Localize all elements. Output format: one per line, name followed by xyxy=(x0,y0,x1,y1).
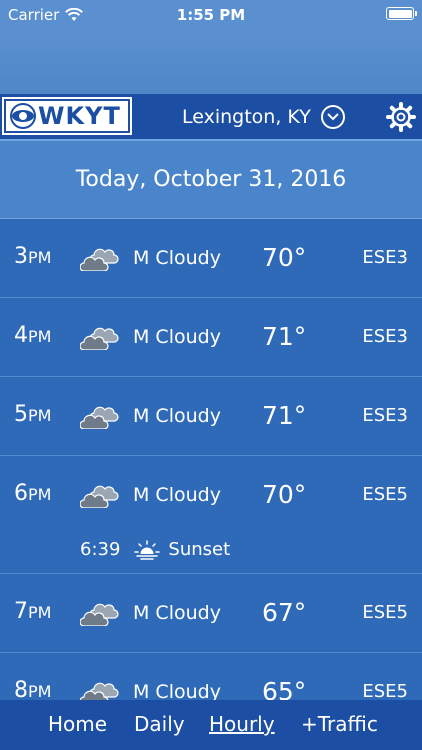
cloud-icon xyxy=(80,485,119,508)
temperature-label: 70° xyxy=(262,243,307,272)
hour-label: 5PM xyxy=(14,402,52,427)
hourly-row: 4PM M Cloudy 71° ESE3 xyxy=(0,298,422,377)
location-label: Lexington, KY xyxy=(182,106,311,128)
wind-label: ESE3 xyxy=(362,247,408,268)
location-selector[interactable]: Lexington, KY xyxy=(182,105,345,129)
condition-label: M Cloudy xyxy=(133,405,221,427)
tab-hourly[interactable]: Hourly xyxy=(209,712,275,736)
tab-daily[interactable]: Daily xyxy=(134,712,185,736)
wind-label: ESE3 xyxy=(362,326,408,347)
tab-bar: Home Daily Hourly +Traffic xyxy=(0,700,422,750)
wind-label: ESE3 xyxy=(362,405,408,426)
cloud-icon xyxy=(80,603,119,626)
temperature-label: 65° xyxy=(262,677,307,700)
sunset-label: Sunset xyxy=(168,539,231,560)
wkyt-logo[interactable]: WKYT xyxy=(2,97,132,135)
hour-label: 3PM xyxy=(14,244,52,269)
sunset-time: 6:39 xyxy=(80,539,121,560)
cbs-eye-icon xyxy=(10,103,36,129)
cloud-icon xyxy=(80,406,119,429)
wind-label: ESE5 xyxy=(362,681,408,700)
temperature-label: 67° xyxy=(262,598,307,627)
app-header: WKYT Lexington, KY xyxy=(0,94,422,141)
temperature-label: 71° xyxy=(262,322,307,351)
chevron-down-icon xyxy=(320,105,345,129)
hour-label: 8PM xyxy=(14,678,52,700)
cloud-icon xyxy=(80,682,119,700)
temperature-label: 71° xyxy=(262,401,307,430)
wind-label: ESE5 xyxy=(362,484,408,505)
cloud-icon xyxy=(80,327,119,350)
logo-text: WKYT xyxy=(38,102,121,130)
tab-traffic[interactable]: +Traffic xyxy=(301,712,378,736)
hour-label: 7PM xyxy=(14,599,52,624)
top-band xyxy=(0,30,422,94)
cloud-icon xyxy=(80,248,119,271)
condition-label: M Cloudy xyxy=(133,602,221,624)
tab-home[interactable]: Home xyxy=(48,712,107,736)
condition-label: M Cloudy xyxy=(133,484,221,506)
status-time: 1:55 PM xyxy=(176,6,246,24)
hourly-list[interactable]: 3PM M Cloudy 70° ESE3 4PM M Cloudy 71° E… xyxy=(0,219,422,700)
hour-label: 4PM xyxy=(14,323,52,348)
hour-label: 6PM xyxy=(14,481,52,506)
condition-label: M Cloudy xyxy=(133,326,221,348)
condition-label: M Cloudy xyxy=(133,681,221,700)
wind-label: ESE5 xyxy=(362,602,408,623)
battery-icon xyxy=(386,7,417,20)
condition-label: M Cloudy xyxy=(133,247,221,269)
temperature-label: 70° xyxy=(262,480,307,509)
hourly-row: 8PM M Cloudy 65° ESE5 xyxy=(0,653,422,700)
gear-icon[interactable] xyxy=(386,102,416,132)
hourly-row: 3PM M Cloudy 70° ESE3 xyxy=(0,219,422,298)
sunset-info: 6:39 Sunset xyxy=(80,539,230,560)
hourly-row: 7PM M Cloudy 67° ESE5 xyxy=(0,574,422,653)
hourly-row: 6PM M Cloudy 70° ESE5 6:39 Sunset xyxy=(0,456,422,574)
date-heading: Today, October 31, 2016 xyxy=(0,141,422,219)
hourly-row: 5PM M Cloudy 71° ESE3 xyxy=(0,377,422,456)
sunset-icon xyxy=(134,539,161,560)
status-bar: Carrier 1:55 PM xyxy=(0,0,422,30)
